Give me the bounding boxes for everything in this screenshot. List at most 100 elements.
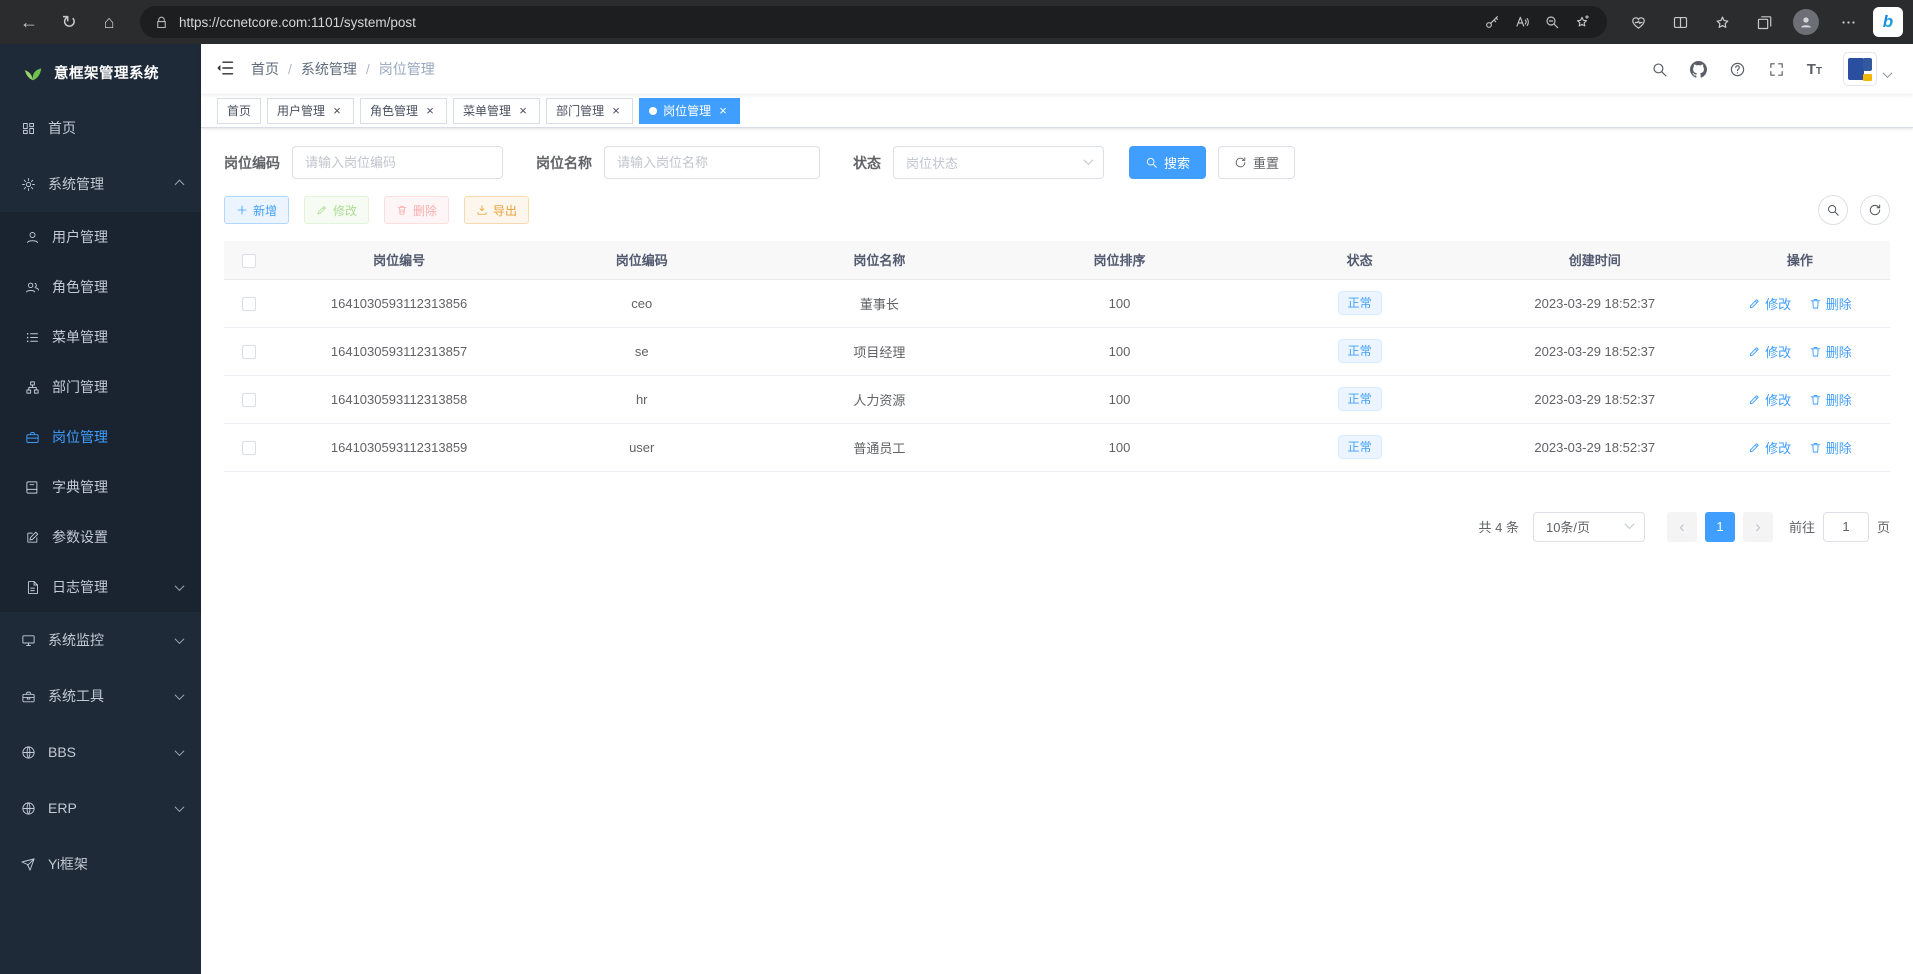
profile-avatar[interactable] [1789, 5, 1823, 39]
edit-link[interactable]: 修改 [1748, 342, 1791, 361]
browser-chrome: ← ↻ ⌂ https://ccnetcore.com:1101/system/… [0, 0, 1913, 44]
read-aloud-icon[interactable] [1507, 8, 1537, 36]
edit-button[interactable]: 修改 [304, 196, 369, 224]
breadcrumb-system[interactable]: 系统管理 [301, 59, 357, 79]
refresh-icon [1234, 156, 1247, 169]
search-button[interactable]: 搜索 [1129, 146, 1206, 179]
prev-page-button[interactable]: ‹ [1667, 512, 1697, 542]
active-tab-dot [649, 107, 657, 115]
chevron-up-icon [175, 179, 185, 189]
copilot-icon[interactable]: b [1873, 7, 1903, 37]
row-checkbox[interactable] [242, 441, 256, 455]
browser-back-icon[interactable]: ← [12, 5, 46, 39]
status-select[interactable]: 岗位状态 [893, 146, 1104, 179]
delete-button[interactable]: 删除 [384, 196, 449, 224]
site-lock-icon[interactable] [154, 15, 169, 30]
refresh-table-button[interactable] [1860, 195, 1890, 225]
sidebar-item-log-management[interactable]: 日志管理 [0, 562, 201, 612]
sidebar-item-dict-management[interactable]: 字典管理 [0, 462, 201, 512]
password-key-icon[interactable] [1477, 8, 1507, 36]
zoom-indicator-icon[interactable] [1537, 8, 1567, 36]
sidebar-item-role-management[interactable]: 角色管理 [0, 262, 201, 312]
delete-link[interactable]: 删除 [1809, 294, 1852, 313]
user-avatar[interactable] [1843, 52, 1877, 86]
close-icon[interactable]: × [609, 104, 623, 117]
close-icon[interactable]: × [716, 104, 730, 117]
tab-user-management[interactable]: 用户管理× [267, 98, 354, 124]
fullscreen-icon[interactable] [1768, 60, 1786, 78]
tab-menu-management[interactable]: 菜单管理× [453, 98, 540, 124]
add-favorite-icon[interactable] [1567, 8, 1597, 36]
globe-icon [21, 801, 36, 816]
next-page-button[interactable]: › [1743, 512, 1773, 542]
caret-down-icon[interactable] [1883, 68, 1893, 78]
sidebar-fold-icon[interactable] [215, 58, 237, 80]
post-code-input[interactable] [292, 146, 503, 179]
row-checkbox[interactable] [242, 345, 256, 359]
delete-link[interactable]: 删除 [1809, 342, 1852, 361]
sidebar-item-system-management[interactable]: 系统管理 [0, 156, 201, 212]
org-tree-icon [25, 380, 40, 395]
sidebar-item-erp[interactable]: ERP [0, 780, 201, 836]
sidebar-item-system-monitor[interactable]: 系统监控 [0, 612, 201, 668]
add-button[interactable]: 新增 [224, 196, 289, 224]
table-row: 1641030593112313859 user 普通员工 100 正常 202… [224, 423, 1890, 471]
tab-post-management[interactable]: 岗位管理× [639, 98, 740, 124]
delete-link[interactable]: 删除 [1809, 390, 1852, 409]
font-size-icon[interactable]: TT [1807, 62, 1822, 77]
tab-dept-management[interactable]: 部门管理× [546, 98, 633, 124]
post-table: 岗位编号 岗位编码 岗位名称 岗位排序 状态 创建时间 操作 16410305 [224, 241, 1890, 472]
tab-home[interactable]: 首页 [217, 98, 261, 124]
edit-link[interactable]: 修改 [1748, 294, 1791, 313]
goto-unit: 页 [1877, 517, 1890, 536]
close-icon[interactable]: × [330, 104, 344, 117]
github-icon[interactable] [1690, 60, 1708, 78]
row-checkbox[interactable] [242, 393, 256, 407]
sidebar-item-dept-management[interactable]: 部门管理 [0, 362, 201, 412]
page-size-select[interactable]: 10条/页 [1533, 512, 1645, 542]
collections-icon[interactable] [1747, 5, 1781, 39]
browser-home-icon[interactable]: ⌂ [92, 5, 126, 39]
edit-icon [1748, 441, 1761, 454]
browser-refresh-icon[interactable]: ↻ [52, 5, 86, 39]
browser-essentials-icon[interactable] [1621, 5, 1655, 39]
row-checkbox[interactable] [242, 297, 256, 311]
header-search-icon[interactable] [1651, 60, 1669, 78]
delete-link[interactable]: 删除 [1809, 438, 1852, 457]
sidebar-item-post-management[interactable]: 岗位管理 [0, 412, 201, 462]
trash-icon [1809, 393, 1822, 406]
cell-post-code: se [524, 327, 759, 375]
goto-page-input[interactable] [1823, 512, 1869, 542]
export-button[interactable]: 导出 [464, 196, 529, 224]
close-icon[interactable]: × [516, 104, 530, 117]
favorites-icon[interactable] [1705, 5, 1739, 39]
sidebar-item-param-settings[interactable]: 参数设置 [0, 512, 201, 562]
sidebar-item-yi-framework[interactable]: Yi框架 [0, 836, 201, 892]
split-screen-icon[interactable] [1663, 5, 1697, 39]
toggle-search-button[interactable] [1818, 195, 1848, 225]
post-name-input[interactable] [604, 146, 820, 179]
document-icon [25, 580, 40, 595]
sidebar-item-menu-management[interactable]: 菜单管理 [0, 312, 201, 362]
breadcrumb-home[interactable]: 首页 [251, 59, 279, 79]
help-icon[interactable] [1729, 60, 1747, 78]
sidebar-item-system-tools[interactable]: 系统工具 [0, 668, 201, 724]
edit-link[interactable]: 修改 [1748, 390, 1791, 409]
cell-created: 2023-03-29 18:52:37 [1480, 375, 1710, 423]
dashboard-icon [21, 121, 36, 136]
tab-role-management[interactable]: 角色管理× [360, 98, 447, 124]
more-menu-icon[interactable] [1831, 5, 1865, 39]
sidebar-item-home[interactable]: 首页 [0, 100, 201, 156]
cell-post-order: 100 [999, 375, 1239, 423]
select-all-checkbox[interactable] [242, 254, 256, 268]
sidebar-item-user-management[interactable]: 用户管理 [0, 212, 201, 262]
close-icon[interactable]: × [423, 104, 437, 117]
sidebar-item-bbs[interactable]: BBS [0, 724, 201, 780]
reset-button[interactable]: 重置 [1218, 146, 1295, 179]
address-bar[interactable]: https://ccnetcore.com:1101/system/post [140, 6, 1607, 38]
current-page-button[interactable]: 1 [1705, 512, 1735, 542]
cell-post-order: 100 [999, 327, 1239, 375]
edit-link[interactable]: 修改 [1748, 438, 1791, 457]
status-badge: 正常 [1338, 291, 1382, 315]
status-badge: 正常 [1338, 435, 1382, 459]
